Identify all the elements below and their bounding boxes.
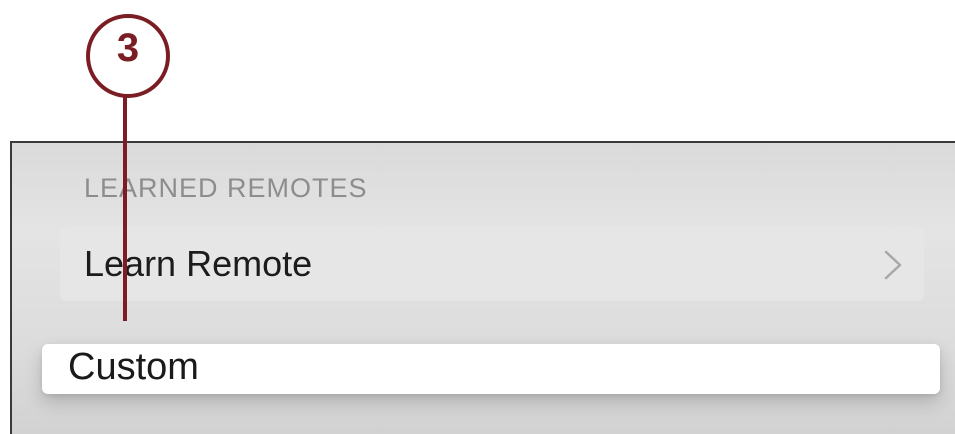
custom-remote-label: Custom [68, 346, 199, 388]
callout-circle [86, 14, 170, 98]
stage: LEARNED REMOTES Learn Remote Custom 3 [0, 0, 955, 434]
settings-screen: LEARNED REMOTES Learn Remote Custom [10, 141, 955, 434]
chevron-right-icon [884, 250, 902, 280]
learn-remote-row[interactable]: Learn Remote [60, 227, 924, 301]
callout-number: 3 [116, 26, 140, 70]
custom-remote-row[interactable]: Custom [42, 344, 940, 394]
section-header-learned-remotes: LEARNED REMOTES [84, 173, 368, 203]
learn-remote-label: Learn Remote [84, 243, 313, 284]
